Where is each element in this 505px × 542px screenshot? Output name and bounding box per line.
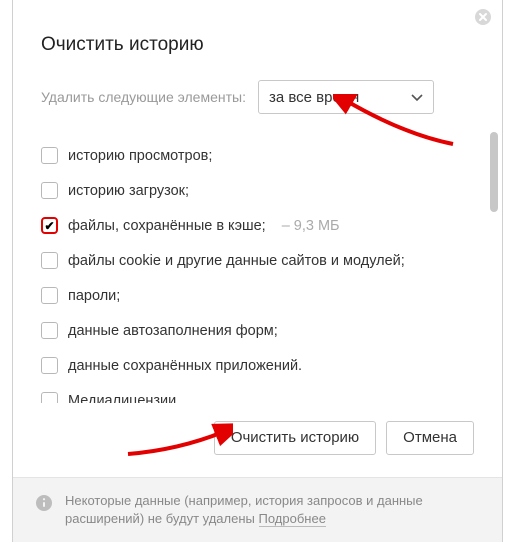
footer-learn-more-link[interactable]: Подробнее — [259, 511, 326, 527]
option-app-data[interactable]: данные сохранённых приложений. — [41, 348, 474, 383]
footer-note: Некоторые данные (например, история запр… — [13, 477, 502, 542]
footer-text: Некоторые данные (например, история запр… — [65, 493, 423, 526]
close-icon[interactable] — [474, 8, 492, 26]
checkbox[interactable] — [41, 357, 58, 374]
option-cached-files[interactable]: файлы, сохранённые в кэше; – 9,3 МБ — [41, 208, 474, 243]
option-label: файлы cookie и другие данные сайтов и мо… — [68, 253, 405, 269]
clear-history-dialog: Очистить историю Удалить следующие элеме… — [12, 0, 503, 542]
option-autofill[interactable]: данные автозаполнения форм; — [41, 313, 474, 348]
checkbox[interactable] — [41, 182, 58, 199]
option-label: историю просмотров; — [68, 148, 212, 164]
option-cookies[interactable]: файлы cookie и другие данные сайтов и мо… — [41, 243, 474, 278]
option-passwords[interactable]: пароли; — [41, 278, 474, 313]
chevron-down-icon — [411, 89, 423, 106]
time-range-value: за все время — [269, 89, 359, 106]
checkbox[interactable] — [41, 392, 58, 403]
checkbox[interactable] — [41, 147, 58, 164]
option-label: данные автозаполнения форм; — [68, 323, 278, 339]
option-label: историю загрузок; — [68, 183, 189, 199]
info-icon — [35, 494, 53, 512]
time-range-select[interactable]: за все время — [258, 80, 434, 114]
checkbox[interactable] — [41, 287, 58, 304]
checkbox[interactable] — [41, 322, 58, 339]
option-download-history[interactable]: историю загрузок; — [41, 173, 474, 208]
background-strip — [0, 0, 12, 542]
checkbox[interactable] — [41, 252, 58, 269]
range-label: Удалить следующие элементы: — [41, 89, 246, 105]
option-browsing-history[interactable]: историю просмотров; — [41, 138, 474, 173]
option-label: файлы, сохранённые в кэше; — [68, 218, 266, 234]
option-label: пароли; — [68, 288, 120, 304]
clear-history-button[interactable]: Очистить историю — [214, 421, 376, 455]
scrollbar[interactable] — [490, 132, 498, 212]
option-label: Медиалицензии — [68, 393, 176, 403]
option-label: данные сохранённых приложений. — [68, 358, 302, 374]
dialog-title: Очистить историю — [41, 34, 474, 56]
checkbox[interactable] — [41, 217, 58, 234]
cancel-button[interactable]: Отмена — [386, 421, 474, 455]
option-extra: – 9,3 МБ — [282, 218, 340, 234]
option-media-licenses[interactable]: Медиалицензии — [41, 383, 474, 403]
